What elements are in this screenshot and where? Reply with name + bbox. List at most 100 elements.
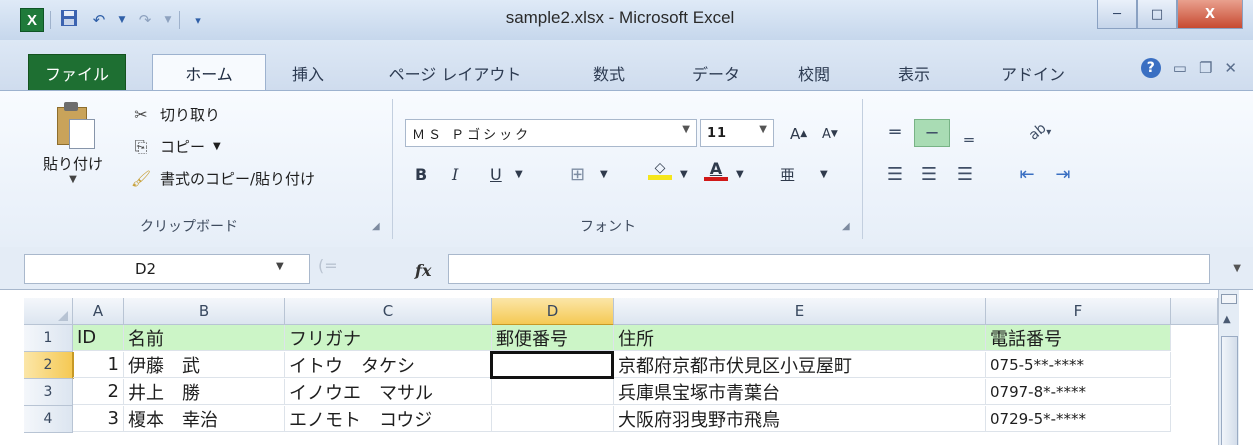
close-button[interactable]: X <box>1177 0 1243 29</box>
scrollbar-thumb[interactable] <box>1221 336 1238 445</box>
name-box-dropdown-icon[interactable]: ▼ <box>276 261 284 272</box>
row-header-3[interactable]: 3 <box>24 379 73 406</box>
fill-color-dropdown-icon[interactable]: ▼ <box>680 161 688 187</box>
cell-f3[interactable]: 0797-8*-**** <box>986 379 1171 405</box>
format-painter-button[interactable]: 🖌 書式のコピー/貼り付け <box>130 163 315 195</box>
cell-c2[interactable]: イトウ タケシ <box>285 352 492 378</box>
underline-dropdown-icon[interactable]: ▼ <box>515 161 523 187</box>
help-icon[interactable]: ? <box>1140 58 1161 78</box>
increase-indent-icon[interactable]: ⇥ <box>1048 161 1078 187</box>
undo-dropdown-icon[interactable]: ▼ <box>117 15 127 25</box>
cell-e4[interactable]: 大阪府羽曳野市飛鳥 <box>614 406 986 432</box>
close-workbook-icon[interactable]: ✕ <box>1224 59 1237 77</box>
phonetic-button[interactable]: 亜 <box>780 161 795 187</box>
tab-formulas[interactable]: 数式 <box>574 58 644 88</box>
font-dialog-launcher-icon[interactable]: ◢ <box>842 221 850 232</box>
redo-icon[interactable]: ↷ <box>133 11 157 29</box>
cell-e3[interactable]: 兵庫県宝塚市青葉台 <box>614 379 986 405</box>
orientation-button[interactable]: ab ▾ <box>1010 119 1070 145</box>
formula-bar-handle-icon[interactable]: (= <box>318 256 338 275</box>
tab-addins[interactable]: アドイン <box>988 58 1078 88</box>
cell-f2[interactable]: 075-5**-**** <box>986 352 1171 378</box>
vertical-scrollbar[interactable]: ▲ <box>1218 290 1239 445</box>
cut-button[interactable]: ✂ 切り取り <box>130 99 315 131</box>
grow-font-button[interactable]: A ▲ <box>790 121 807 147</box>
undo-icon[interactable]: ↶ <box>87 11 111 29</box>
cell-a2[interactable]: 1 <box>73 352 124 378</box>
align-center-icon[interactable]: ☰ <box>914 161 944 187</box>
insert-function-icon[interactable]: fx <box>415 261 431 280</box>
tab-file[interactable]: ファイル <box>28 54 126 92</box>
font-size-select[interactable]: 11 ▼ <box>700 119 774 147</box>
cell-b2[interactable]: 伊藤 武 <box>124 352 285 378</box>
cell-f4[interactable]: 0729-5*-**** <box>986 406 1171 432</box>
tab-view[interactable]: 表示 <box>884 58 944 88</box>
fill-color-button[interactable]: ◇ <box>648 161 672 187</box>
excel-app-icon[interactable]: X <box>20 8 44 32</box>
tab-insert[interactable]: 挿入 <box>278 58 338 88</box>
clipboard-dialog-launcher-icon[interactable]: ◢ <box>372 221 380 232</box>
row-header-4[interactable]: 4 <box>24 406 73 433</box>
expand-formula-bar-icon[interactable]: ▼ <box>1233 263 1241 274</box>
bold-button[interactable]: B <box>415 161 427 187</box>
paste-button[interactable]: 貼り付け ▼ <box>38 101 108 185</box>
underline-button[interactable]: U <box>490 161 502 187</box>
column-header-e[interactable]: E <box>614 298 986 325</box>
decrease-indent-icon[interactable]: ⇤ <box>1012 161 1042 187</box>
cell-f1[interactable]: 電話番号 <box>986 325 1171 351</box>
redo-dropdown-icon[interactable]: ▼ <box>163 15 173 25</box>
cell-d4[interactable] <box>492 406 614 432</box>
tab-review[interactable]: 校閲 <box>784 58 844 88</box>
align-top-icon[interactable]: ═ <box>880 119 910 145</box>
column-header-d[interactable]: D <box>492 298 614 326</box>
phonetic-dropdown-icon[interactable]: ▼ <box>820 161 828 187</box>
align-left-icon[interactable]: ☰ <box>880 161 910 187</box>
row-header-1[interactable]: 1 <box>24 325 73 352</box>
select-all-button[interactable] <box>24 298 73 325</box>
minimize-ribbon-icon[interactable]: ▭ <box>1173 59 1187 77</box>
cell-a3[interactable]: 2 <box>73 379 124 405</box>
tab-data[interactable]: データ <box>676 58 756 88</box>
font-color-button[interactable]: A <box>704 161 728 187</box>
cell-b1[interactable]: 名前 <box>124 325 285 351</box>
align-bottom-icon[interactable]: ‗ <box>954 119 984 145</box>
column-header-g[interactable] <box>1171 298 1218 325</box>
copy-button[interactable]: ⎘ コピー ▼ <box>130 131 315 163</box>
font-color-dropdown-icon[interactable]: ▼ <box>736 161 744 187</box>
maximize-button[interactable]: □ <box>1137 0 1177 29</box>
split-box[interactable] <box>1221 294 1237 304</box>
cell-e2[interactable]: 京都府京都市伏見区小豆屋町 <box>614 352 986 378</box>
cell-e1[interactable]: 住所 <box>614 325 986 351</box>
column-header-c[interactable]: C <box>285 298 492 325</box>
borders-dropdown-icon[interactable]: ▼ <box>600 161 608 187</box>
italic-button[interactable]: I <box>452 161 458 187</box>
cell-c3[interactable]: イノウエ マサル <box>285 379 492 405</box>
cell-d1[interactable]: 郵便番号 <box>492 325 614 351</box>
cell-c4[interactable]: エノモト コウジ <box>285 406 492 432</box>
worksheet-grid[interactable]: A B C D E F 1 2 3 4 ID 名前 フリガナ 郵便番号 住所 電… <box>0 290 1253 445</box>
align-middle-icon[interactable]: ─ <box>914 119 950 147</box>
font-name-select[interactable]: ＭＳ Ｐゴシック ▼ <box>405 119 697 147</box>
minimize-button[interactable]: ─ <box>1097 0 1137 29</box>
cell-a4[interactable]: 3 <box>73 406 124 432</box>
restore-window-icon[interactable]: ❐ <box>1199 59 1212 77</box>
paste-dropdown-icon[interactable]: ▼ <box>38 174 108 185</box>
align-right-icon[interactable]: ☰ <box>950 161 980 187</box>
borders-icon[interactable]: ⊞ <box>570 161 585 187</box>
customize-qat-icon[interactable]: ▾ <box>186 14 210 27</box>
cell-b4[interactable]: 榎本 幸治 <box>124 406 285 432</box>
scroll-up-icon[interactable]: ▲ <box>1223 314 1231 325</box>
save-icon[interactable] <box>57 9 81 31</box>
cell-d2-active[interactable] <box>490 351 614 379</box>
cell-d3[interactable] <box>492 379 614 405</box>
column-header-a[interactable]: A <box>73 298 124 325</box>
column-header-f[interactable]: F <box>986 298 1171 325</box>
row-header-2[interactable]: 2 <box>24 352 74 379</box>
name-box[interactable]: D2 <box>24 254 310 284</box>
shrink-font-button[interactable]: A ▼ <box>822 121 838 147</box>
column-header-b[interactable]: B <box>124 298 285 325</box>
cell-c1[interactable]: フリガナ <box>285 325 492 351</box>
tab-page-layout[interactable]: ページ レイアウト <box>370 58 540 88</box>
cell-b3[interactable]: 井上 勝 <box>124 379 285 405</box>
cell-a1[interactable]: ID <box>73 325 124 351</box>
